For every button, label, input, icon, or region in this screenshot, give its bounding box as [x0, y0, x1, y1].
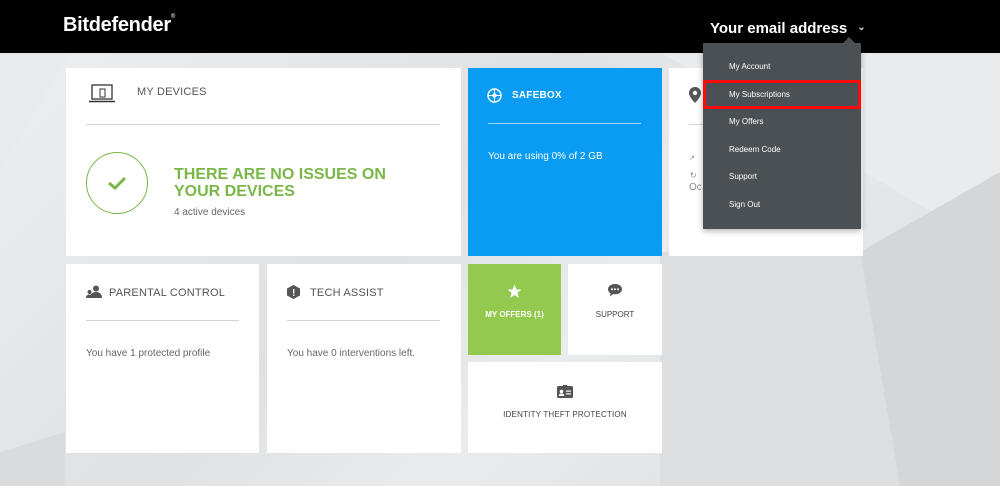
anti-theft-glyph: ↗ — [689, 155, 695, 162]
menu-item-support[interactable]: Support — [703, 163, 861, 191]
support-tile[interactable]: SUPPORT — [568, 264, 662, 355]
my-devices-tile[interactable]: MY DEVICES THERE ARE NO ISSUES ON YOUR D… — [66, 68, 461, 256]
my-offers-label: MY OFFERS (1) — [485, 310, 544, 319]
laptop-phone-icon — [89, 84, 115, 103]
account-menu-button[interactable]: Your email address ⌄ — [710, 20, 866, 37]
menu-item-my-offers[interactable]: My Offers — [703, 108, 861, 136]
divider — [86, 124, 440, 125]
shield-icon — [287, 285, 300, 299]
my-devices-title: MY DEVICES — [137, 86, 207, 98]
safebox-usage: You are using 0% of 2 GB — [488, 151, 603, 162]
anti-theft-refresh-icon: ↻ — [690, 171, 697, 180]
menu-item-my-account[interactable]: My Account — [703, 53, 861, 81]
my-offers-tile[interactable]: MY OFFERS (1) — [468, 264, 561, 355]
parental-icon — [86, 285, 102, 298]
checkmark-icon — [108, 176, 127, 191]
identity-theft-protection-label: IDENTITY THEFT PROTECTION — [503, 410, 627, 419]
tech-assist-interventions: You have 0 interventions left. — [287, 348, 416, 359]
parental-profile-count: You have 1 protected profile — [86, 348, 211, 359]
divider — [287, 320, 440, 321]
tech-assist-tile[interactable]: TECH ASSIST You have 0 interventions lef… — [267, 264, 461, 453]
location-pin-icon — [689, 87, 701, 103]
parental-control-tile[interactable]: PARENTAL CONTROL You have 1 protected pr… — [66, 264, 259, 453]
parental-control-title: PARENTAL CONTROL — [109, 287, 226, 299]
menu-item-sign-out[interactable]: Sign Out — [703, 191, 861, 219]
anti-theft-partial-text: Oc — [689, 182, 702, 193]
safebox-tile[interactable]: SAFEBOX You are using 0% of 2 GB — [468, 68, 662, 256]
status-ok-circle — [86, 152, 148, 214]
safebox-title: SAFEBOX — [512, 90, 562, 101]
menu-item-redeem-code[interactable]: Redeem Code — [703, 136, 861, 164]
chevron-down-icon: ⌄ — [857, 22, 866, 33]
identity-theft-protection-tile[interactable]: IDENTITY THEFT PROTECTION — [468, 362, 662, 453]
account-label: Your email address — [710, 20, 848, 37]
devices-status-headline: THERE ARE NO ISSUES ON YOUR DEVICES — [174, 166, 386, 200]
divider — [86, 320, 239, 321]
tech-assist-title: TECH ASSIST — [310, 287, 384, 299]
star-icon — [507, 284, 522, 298]
account-dropdown-menu: My Account My Subscriptions My Offers Re… — [703, 37, 861, 229]
divider — [488, 123, 641, 124]
id-card-icon — [557, 385, 573, 398]
highlight-box — [703, 80, 861, 109]
support-label: SUPPORT — [595, 310, 635, 319]
chat-icon — [608, 284, 622, 297]
safebox-icon — [487, 88, 502, 103]
active-devices-count: 4 active devices — [174, 207, 246, 218]
logo[interactable]: Bitdefender® — [63, 14, 175, 37]
